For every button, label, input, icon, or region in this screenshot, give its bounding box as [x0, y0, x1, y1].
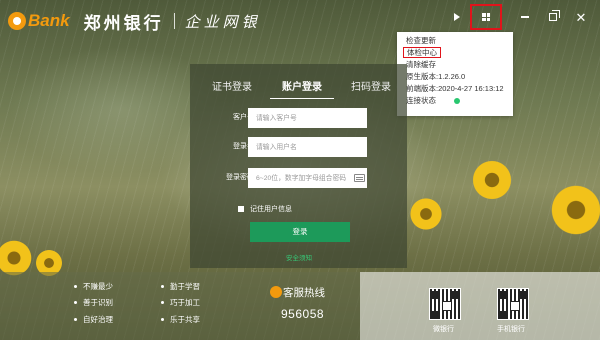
slogan-item: 勤于学習 [161, 281, 200, 292]
flower-decoration [548, 182, 600, 238]
customer-number-row: 客户号 [190, 108, 407, 128]
portal-name: 企业网银 [184, 13, 261, 31]
bank-name: 郑州银行 [83, 13, 164, 33]
menu-item-connection-status: 连接状态 [397, 95, 513, 107]
slogan-item: 巧于加工 [161, 297, 200, 308]
hotline-label: 客服热线 [283, 287, 325, 299]
login-tabs: 证书登录 账户登录 扫码登录 [190, 78, 407, 99]
bank-logo: Bank 郑州银行 企业网银 [8, 9, 261, 33]
password-label: 登录密码 [226, 174, 254, 181]
slogan-item: 自好治理 [74, 314, 113, 325]
logo-word: Bank [28, 11, 70, 30]
window-controls: ✕ [444, 4, 594, 30]
menu-item-label: 体检中心 [403, 47, 441, 58]
security-notice-link[interactable]: 安全须知 [286, 252, 312, 262]
minimize-icon [521, 16, 529, 18]
customer-number-label: 客户号 [233, 114, 254, 121]
hotline-number: 956058 [281, 307, 325, 321]
ebank-logo-icon [8, 12, 26, 30]
menu-item-clear-cache[interactable]: 清除缓存 [397, 59, 513, 71]
restore-icon [549, 10, 560, 21]
remember-checkbox[interactable] [238, 206, 244, 212]
menu-item-check-update[interactable]: 检查更新 [397, 35, 513, 47]
username-row: 登录名 [190, 137, 407, 157]
username-input[interactable] [248, 137, 367, 157]
tab-account-login[interactable]: 账户登录 [270, 78, 334, 99]
slogan-item: 善于识别 [74, 297, 113, 308]
menu-item-label: 检查更新 [406, 36, 436, 45]
menu-item-label: 前端版本:2020-4-27 16:13:12 [406, 84, 504, 93]
slogan-item: 不赚最少 [74, 281, 113, 292]
wechat-bank-label: 微银行 [433, 326, 454, 333]
settings-menu-button[interactable] [470, 4, 502, 30]
play-button[interactable] [444, 4, 470, 30]
tab-scan-login[interactable]: 扫码登录 [351, 78, 391, 93]
slogan-item: 乐于共享 [161, 314, 200, 325]
username-label: 登录名 [233, 143, 254, 150]
tab-certificate-login[interactable]: 证书登录 [212, 78, 252, 93]
connection-status-dot [454, 98, 460, 105]
flower-decoration [470, 158, 514, 202]
password-input[interactable] [248, 168, 367, 188]
menu-item-label: 连接状态 [406, 96, 436, 105]
menu-item-health-check[interactable]: 体检中心 [397, 47, 513, 59]
customer-number-input[interactable] [248, 108, 367, 128]
menu-item-label: 清除缓存 [406, 60, 436, 69]
restore-button[interactable] [540, 4, 566, 30]
hotline-icon [270, 286, 282, 298]
mobile-bank-label: 手机银行 [497, 326, 525, 333]
wechat-bank-qr-code [429, 288, 461, 320]
login-panel: 证书登录 账户登录 扫码登录 客户号 登录名 登录密码 记住用户信息 登录 安全… [190, 64, 407, 268]
play-icon [454, 13, 460, 21]
grid-menu-icon [482, 13, 490, 21]
mobile-bank-qr-code [497, 288, 529, 320]
password-row: 登录密码 [190, 168, 407, 188]
remember-label: 记住用户信息 [250, 206, 292, 213]
settings-dropdown-menu: 检查更新 体检中心 清除缓存 原生版本:1.2.26.0 前端版本:2020-4… [397, 32, 513, 116]
menu-item-frontend-version: 前端版本:2020-4-27 16:13:12 [397, 83, 513, 95]
minimize-button[interactable] [512, 4, 538, 30]
logo-divider [173, 13, 175, 29]
footer-right [360, 272, 600, 340]
keyboard-icon[interactable] [354, 174, 365, 182]
flower-decoration [408, 196, 444, 232]
menu-item-native-version: 原生版本:1.2.26.0 [397, 71, 513, 83]
menu-item-label: 原生版本:1.2.26.0 [406, 72, 466, 81]
close-button[interactable]: ✕ [568, 4, 594, 30]
login-button[interactable]: 登录 [250, 222, 350, 242]
close-icon: ✕ [575, 9, 587, 25]
remember-user-option[interactable]: 记住用户信息 [238, 204, 292, 214]
